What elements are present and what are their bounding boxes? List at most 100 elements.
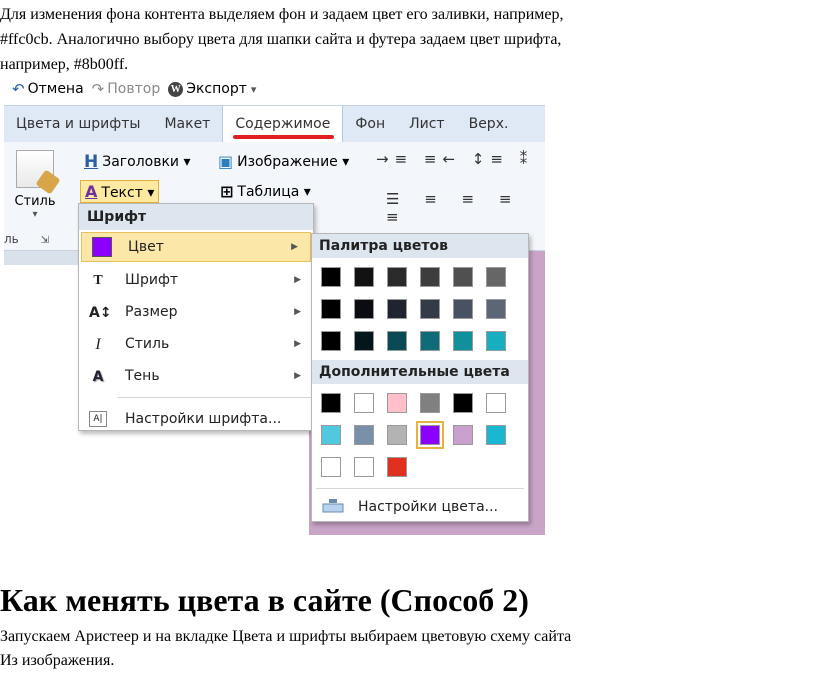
tab-background[interactable]: Фон bbox=[343, 106, 397, 142]
menu-item-label: Цвет bbox=[128, 239, 164, 255]
menu-item-label: Размер bbox=[125, 304, 178, 320]
color-swatch[interactable] bbox=[486, 299, 506, 319]
color-settings-label: Настройки цвета... bbox=[358, 499, 498, 515]
table-icon: ⊞ bbox=[220, 182, 234, 201]
color-swatch[interactable] bbox=[420, 331, 440, 351]
headings-button[interactable]: H Заголовки ▾ bbox=[84, 152, 191, 172]
font-menu-header: Шрифт bbox=[79, 204, 313, 230]
chevron-right-icon: ▶ bbox=[294, 275, 301, 285]
text-label: Текст ▾ bbox=[101, 185, 155, 201]
tab-top[interactable]: Верх. bbox=[457, 106, 521, 142]
dialog-launcher-icon[interactable]: ⇲ bbox=[41, 235, 49, 246]
color-swatch[interactable] bbox=[420, 393, 440, 413]
menu-item-shadow[interactable]: A Тень ▶ bbox=[79, 360, 313, 392]
table-label: Таблица ▾ bbox=[237, 183, 311, 200]
outro-text: Запускаем Аристеер и на вкладке Цвета и … bbox=[0, 625, 571, 673]
tab-sheet[interactable]: Лист bbox=[397, 106, 456, 142]
image-button[interactable]: ▣ Изображение ▾ bbox=[218, 152, 349, 171]
color-swatch[interactable] bbox=[354, 393, 374, 413]
color-swatch[interactable] bbox=[321, 425, 341, 445]
menu-item-color[interactable]: Цвет ▶ bbox=[81, 232, 311, 262]
menu-item-font[interactable]: T Шрифт ▶ bbox=[79, 264, 313, 296]
export-label: Экспорт bbox=[186, 81, 247, 97]
text-button[interactable]: A Текст ▾ bbox=[80, 180, 160, 203]
color-settings-icon bbox=[322, 499, 344, 513]
italic-icon: I bbox=[95, 336, 101, 353]
color-swatch[interactable] bbox=[486, 267, 506, 287]
group-label: ль ⇲ bbox=[4, 232, 49, 246]
color-swatch[interactable] bbox=[387, 331, 407, 351]
heading-icon: H bbox=[84, 152, 99, 172]
chevron-right-icon: ▶ bbox=[294, 307, 301, 317]
color-swatch[interactable] bbox=[387, 267, 407, 287]
export-button[interactable]: W Экспорт ▾ bbox=[168, 81, 256, 97]
font-size-icon: A↕ bbox=[89, 305, 112, 321]
wordpress-icon: W bbox=[168, 81, 184, 97]
group-label-text: ль bbox=[4, 232, 19, 246]
color-swatch[interactable] bbox=[354, 457, 374, 477]
color-swatch[interactable] bbox=[453, 331, 473, 351]
color-swatch[interactable] bbox=[486, 425, 506, 445]
intro-line: Для изменения фона контента выделяем фон… bbox=[0, 6, 564, 23]
tab-content[interactable]: Содержимое bbox=[222, 106, 344, 142]
color-swatch[interactable] bbox=[387, 457, 407, 477]
menu-item-style[interactable]: I Стиль ▶ bbox=[79, 328, 313, 360]
table-button[interactable]: ⊞ Таблица ▾ bbox=[220, 182, 311, 201]
menu-divider bbox=[117, 397, 311, 398]
tab-colors-fonts[interactable]: Цвета и шрифты bbox=[4, 106, 152, 142]
style-button[interactable]: Стиль ▾ bbox=[10, 150, 60, 220]
text-color-icon: A bbox=[85, 182, 98, 201]
color-swatch[interactable] bbox=[321, 331, 341, 351]
font-settings-icon: A| bbox=[89, 411, 107, 427]
color-swatch[interactable] bbox=[420, 299, 440, 319]
extra-colors-grid bbox=[312, 384, 528, 486]
shadow-icon: A bbox=[92, 369, 104, 385]
style-label: Стиль bbox=[14, 194, 56, 209]
color-swatch[interactable] bbox=[321, 457, 341, 477]
headings-label: Заголовки ▾ bbox=[102, 154, 191, 170]
color-swatch[interactable] bbox=[321, 299, 341, 319]
redo-button[interactable]: ↷ Повтор bbox=[92, 80, 161, 98]
color-swatch[interactable] bbox=[321, 393, 341, 413]
outro-line: Из изображения. bbox=[0, 652, 115, 669]
menu-item-size[interactable]: A↕ Размер ▶ bbox=[79, 296, 313, 328]
color-swatch[interactable] bbox=[321, 267, 341, 287]
color-swatch[interactable] bbox=[354, 425, 374, 445]
color-swatch[interactable] bbox=[453, 267, 473, 287]
tab-layout[interactable]: Макет bbox=[152, 106, 222, 142]
color-swatch[interactable] bbox=[416, 421, 444, 449]
color-settings-item[interactable]: Настройки цвета... bbox=[312, 491, 528, 523]
image-label: Изображение ▾ bbox=[237, 153, 350, 170]
palette-header: Палитра цветов bbox=[312, 234, 528, 258]
chevron-right-icon: ▶ bbox=[291, 242, 298, 252]
redo-icon: ↷ bbox=[91, 80, 105, 98]
color-swatch[interactable] bbox=[387, 299, 407, 319]
color-swatch[interactable] bbox=[486, 331, 506, 351]
color-swatch[interactable] bbox=[354, 299, 374, 319]
color-swatch[interactable] bbox=[420, 267, 440, 287]
text-button-body: A Текст ▾ bbox=[80, 180, 160, 203]
paragraph-tools-icon[interactable]: →≡ ≡← ↕≡ ⁑ bbox=[376, 150, 533, 168]
intro-text: Для изменения фона контента выделяем фон… bbox=[0, 2, 816, 77]
intro-line: например, #8b00ff. bbox=[0, 56, 129, 73]
color-swatch[interactable] bbox=[453, 299, 473, 319]
quick-access-toolbar: ↶ Отмена ↷ Повтор W Экспорт ▾ bbox=[4, 75, 545, 103]
align-tools-icon[interactable]: ☰ ≡ ≡ ≡ ≡ bbox=[386, 190, 545, 226]
color-swatch[interactable] bbox=[354, 267, 374, 287]
color-swatch[interactable] bbox=[354, 331, 374, 351]
outro-line: Запускаем Аристеер и на вкладке Цвета и … bbox=[0, 628, 572, 645]
color-swatch[interactable] bbox=[453, 425, 473, 445]
section-heading: Как менять цвета в сайте (Способ 2) bbox=[0, 582, 529, 618]
color-menu: Палитра цветов Дополнительные цвета Наст… bbox=[311, 233, 529, 522]
color-swatch[interactable] bbox=[387, 393, 407, 413]
color-swatch-icon bbox=[92, 237, 112, 257]
menu-item-font-settings[interactable]: A| Настройки шрифта... bbox=[79, 403, 313, 435]
undo-icon: ↶ bbox=[12, 80, 25, 98]
chevron-right-icon: ▶ bbox=[294, 371, 301, 381]
color-swatch[interactable] bbox=[453, 393, 473, 413]
ribbon-tabs: Цвета и шрифты Макет Содержимое Фон Лист… bbox=[4, 105, 545, 143]
color-swatch[interactable] bbox=[387, 425, 407, 445]
font-menu: Шрифт Цвет ▶ T Шрифт ▶ A↕ Размер ▶ I Сти… bbox=[78, 203, 314, 431]
undo-button[interactable]: ↶ Отмена bbox=[12, 80, 84, 98]
color-swatch[interactable] bbox=[486, 393, 506, 413]
